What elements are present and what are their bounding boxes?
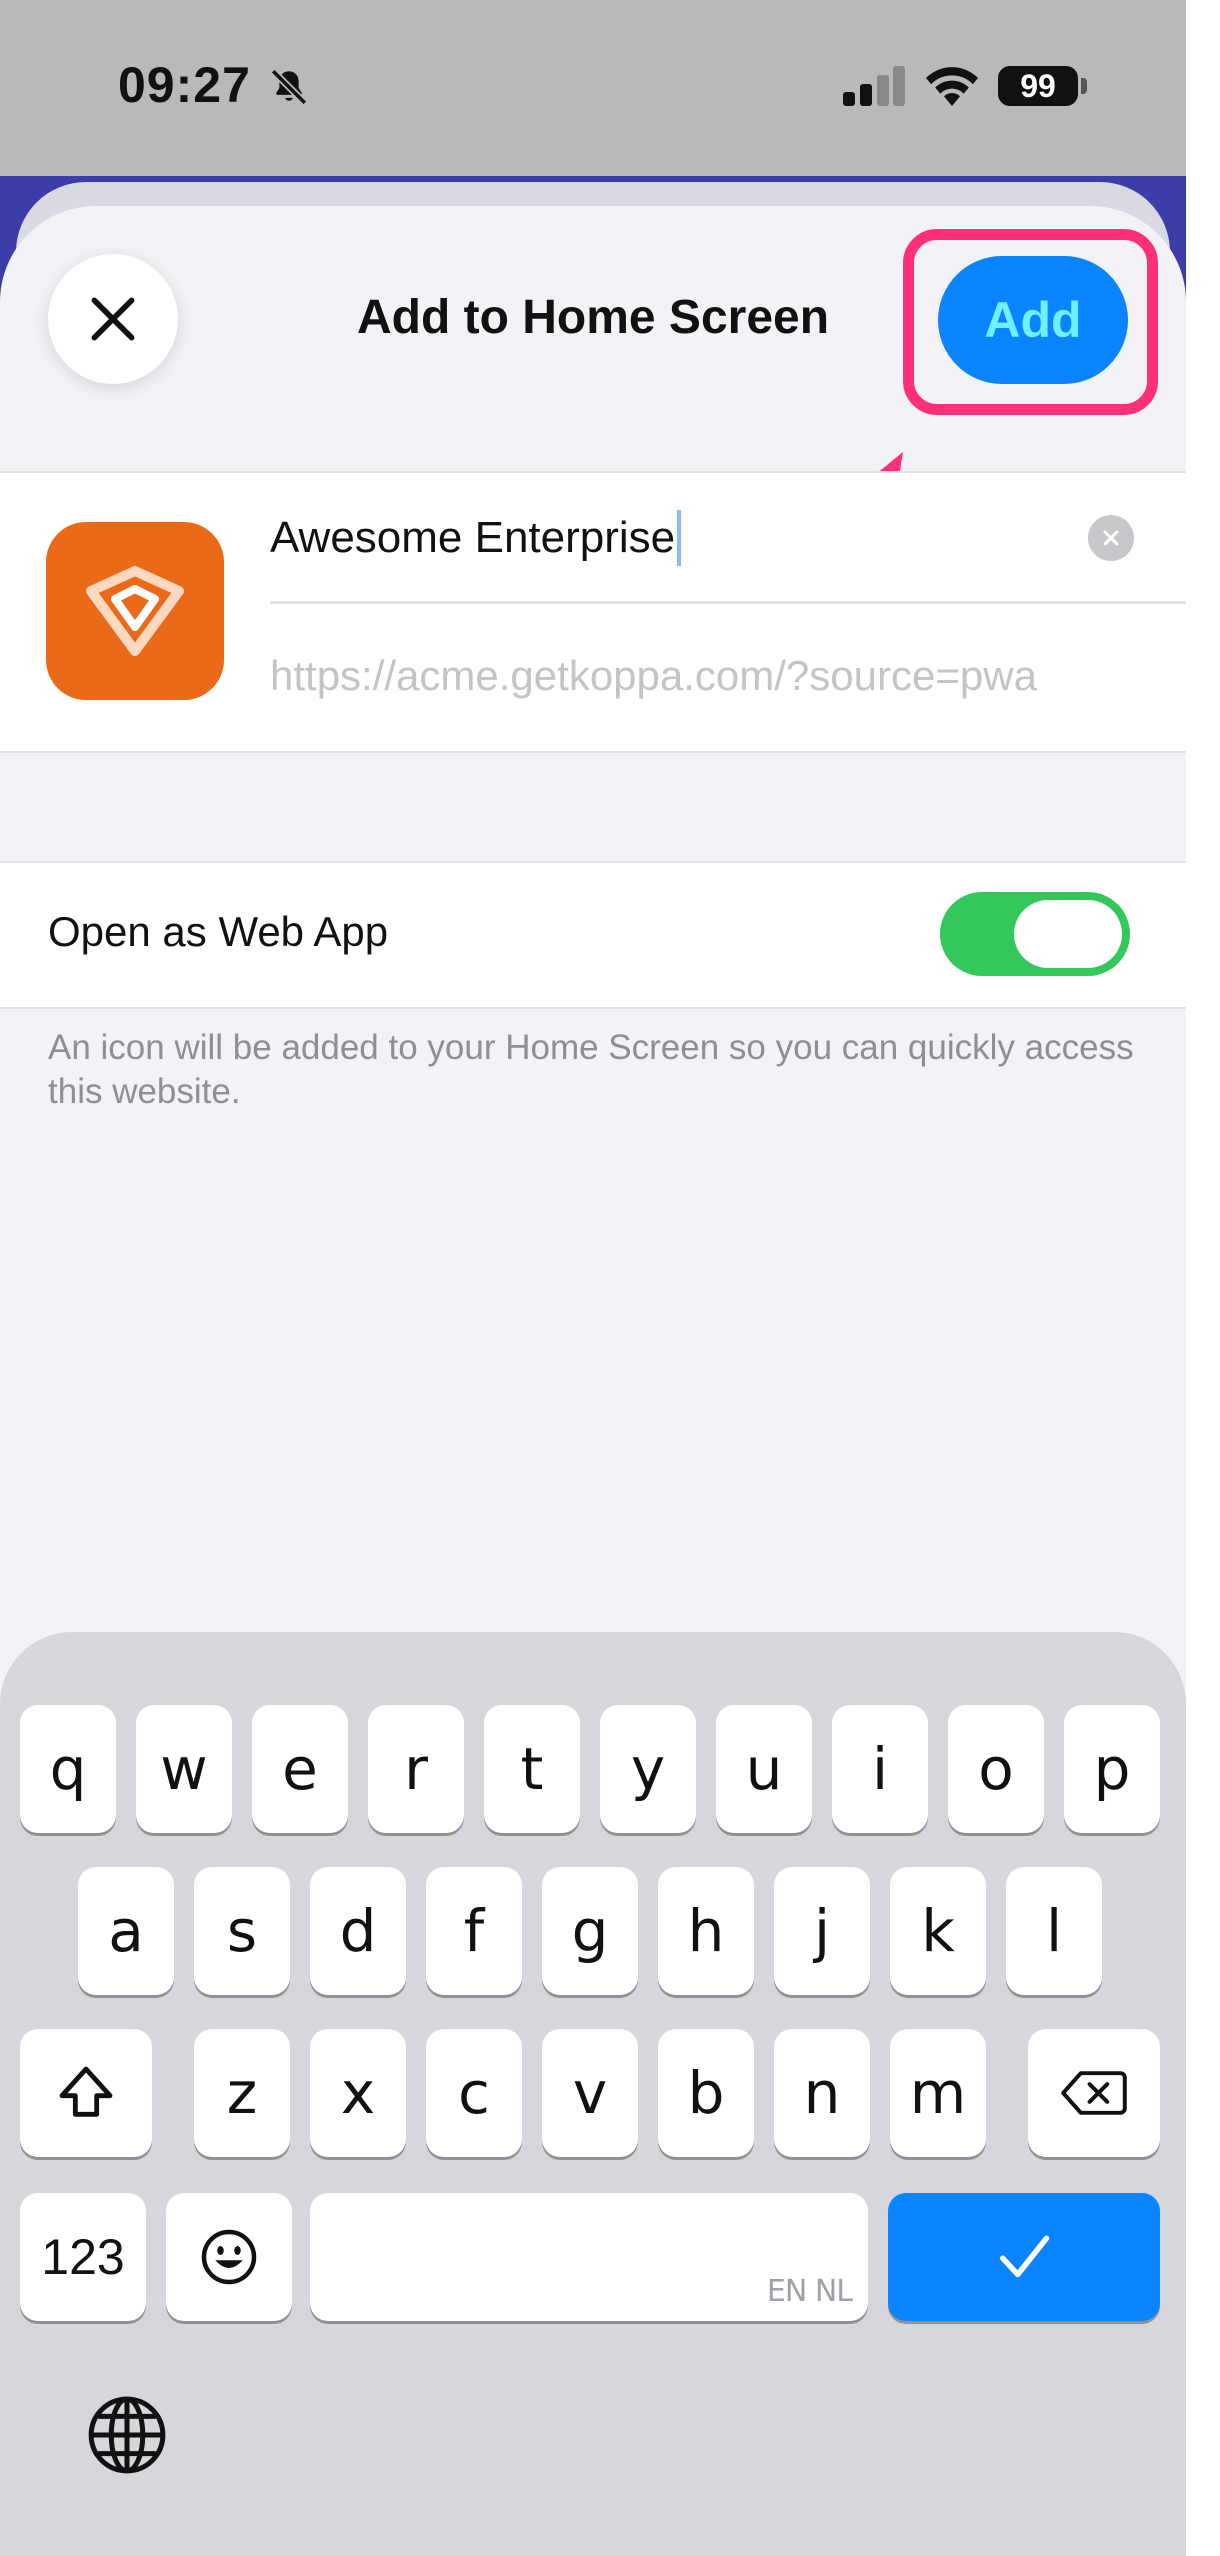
screen: 09:27 99 Add to Home Screen Add Awesome … xyxy=(0,0,1186,2556)
wifi-icon xyxy=(926,67,978,106)
battery-tip xyxy=(1081,78,1087,94)
battery-icon: 99 xyxy=(998,66,1078,106)
key-a[interactable]: a xyxy=(78,1867,174,1995)
space-key[interactable]: EN NL xyxy=(310,2193,868,2321)
key-g[interactable]: g xyxy=(542,1867,638,1995)
emoji-key[interactable] xyxy=(166,2193,292,2321)
key-e[interactable]: e xyxy=(252,1705,348,1833)
shift-key[interactable] xyxy=(20,2029,152,2157)
key-m[interactable]: m xyxy=(890,2029,986,2157)
status-time: 09:27 xyxy=(118,57,251,113)
key-c[interactable]: c xyxy=(426,2029,522,2157)
globe-icon[interactable] xyxy=(84,2392,170,2478)
delete-icon xyxy=(1061,2071,1127,2115)
key-h[interactable]: h xyxy=(658,1867,754,1995)
key-r[interactable]: r xyxy=(368,1705,464,1833)
status-bar: 09:27 99 xyxy=(0,0,1186,176)
add-button-highlight xyxy=(903,229,1158,415)
key-j[interactable]: j xyxy=(774,1867,870,1995)
key-y[interactable]: y xyxy=(600,1705,696,1833)
key-b[interactable]: b xyxy=(658,2029,754,2157)
name-field-value: Awesome Enterprise xyxy=(270,513,676,562)
key-v[interactable]: v xyxy=(542,2029,638,2157)
name-field[interactable]: Awesome Enterprise xyxy=(270,508,1010,568)
key-n[interactable]: n xyxy=(774,2029,870,2157)
cellular-signal-icon xyxy=(843,66,905,106)
key-s[interactable]: s xyxy=(194,1867,290,1995)
delete-key[interactable] xyxy=(1028,2029,1160,2157)
url-text: https://acme.getkoppa.com/?source=pwa xyxy=(270,652,1037,699)
key-w[interactable]: w xyxy=(136,1705,232,1833)
key-l[interactable]: l xyxy=(1006,1867,1102,1995)
key-u[interactable]: u xyxy=(716,1705,812,1833)
key-t[interactable]: t xyxy=(484,1705,580,1833)
text-caret xyxy=(677,510,682,566)
koppa-app-icon xyxy=(46,522,224,700)
clear-circle-icon xyxy=(1103,530,1119,546)
key-i[interactable]: i xyxy=(832,1705,928,1833)
key-o[interactable]: o xyxy=(948,1705,1044,1833)
right-margin xyxy=(1186,0,1220,2556)
key-p[interactable]: p xyxy=(1064,1705,1160,1833)
toggle-knob xyxy=(1014,900,1122,968)
key-x[interactable]: x xyxy=(310,2029,406,2157)
key-z[interactable]: z xyxy=(194,2029,290,2157)
emoji-icon xyxy=(201,2229,257,2285)
field-divider xyxy=(270,601,1186,604)
numbers-key[interactable]: 123 xyxy=(20,2193,146,2321)
web-app-description: An icon will be added to your Home Scree… xyxy=(48,1028,1134,1111)
key-d[interactable]: d xyxy=(310,1867,406,1995)
clear-name-button[interactable] xyxy=(1088,515,1134,561)
shift-icon xyxy=(59,2066,113,2117)
koppa-logo-icon xyxy=(86,566,184,656)
bell-slash-icon xyxy=(270,68,308,106)
key-q[interactable]: q xyxy=(20,1705,116,1833)
checkmark-icon xyxy=(1000,2235,1050,2278)
key-f[interactable]: f xyxy=(426,1867,522,1995)
space-languages: EN NL xyxy=(766,2274,853,2309)
key-k[interactable]: k xyxy=(890,1867,986,1995)
web-app-label: Open as Web App xyxy=(48,908,389,955)
done-key[interactable] xyxy=(888,2193,1160,2321)
